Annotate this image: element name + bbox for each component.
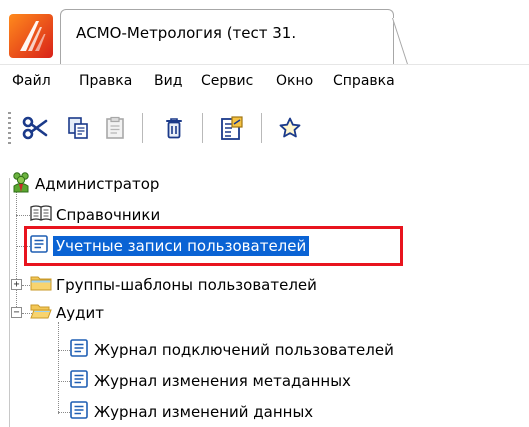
tree-node-label: Администратор — [35, 175, 160, 193]
properties-icon[interactable] — [217, 112, 247, 144]
tree-connector — [58, 381, 70, 382]
delete-icon[interactable] — [159, 112, 189, 144]
book-icon — [30, 204, 52, 226]
expand-button[interactable]: + — [11, 279, 22, 290]
copy-icon[interactable] — [63, 112, 93, 144]
tree-node-administrator[interactable]: Администратор — [11, 171, 159, 197]
menu-file[interactable]: Файл — [12, 73, 51, 89]
folder-open-icon — [30, 302, 52, 324]
tree-node-connections-log[interactable]: Журнал подключений пользователей — [70, 337, 394, 363]
form-icon — [70, 401, 88, 423]
tree-node-label: Справочники — [56, 206, 161, 224]
tree-connector — [58, 412, 70, 413]
menu-bar: Файл Правка Вид Сервис Окно Справка — [0, 64, 529, 100]
tree-connector — [58, 322, 59, 414]
menu-service[interactable]: Сервис — [201, 73, 253, 89]
menu-edit[interactable]: Правка — [79, 73, 132, 89]
toolbar-separator — [261, 113, 262, 143]
tree-node-label: Группы-шаблоны пользователей — [56, 276, 317, 294]
tree-node-metadata-log[interactable]: Журнал изменения метаданных — [70, 368, 351, 394]
tab-title[interactable]: АСМО-Метрология (тест 31. — [76, 24, 376, 42]
favorite-icon[interactable] — [275, 112, 305, 144]
tree-node-data-changes-log[interactable]: Журнал изменений данных — [70, 399, 313, 425]
collapse-button[interactable]: − — [11, 307, 22, 318]
tree-node-label: Журнал подключений пользователей — [94, 341, 394, 359]
tree-connector — [16, 215, 30, 216]
tree-node-label: Журнал изменения метаданных — [94, 372, 351, 390]
tree-connector — [16, 187, 17, 267]
tree-node-reference-books[interactable]: Справочники — [30, 202, 160, 228]
tab-strip: АСМО-Метрология (тест 31. — [0, 0, 529, 64]
menu-view[interactable]: Вид — [154, 73, 182, 89]
form-icon — [70, 339, 88, 361]
selection-highlight — [24, 226, 403, 266]
paste-icon[interactable] — [100, 112, 130, 144]
toolbar-separator — [202, 113, 203, 143]
cut-icon[interactable] — [20, 112, 50, 144]
tree-connector — [58, 350, 70, 351]
menu-help[interactable]: Справка — [333, 73, 395, 89]
tree-border — [9, 178, 10, 427]
tree-node-label: Журнал изменений данных — [94, 403, 314, 421]
tree-node-user-template-groups[interactable]: Группы-шаблоны пользователей — [30, 272, 317, 298]
tree-node-audit[interactable]: Аудит — [30, 300, 104, 326]
toolbar-separator — [142, 113, 143, 143]
form-icon — [70, 370, 88, 392]
tree-node-label: Аудит — [56, 304, 104, 322]
app-logo-icon — [8, 13, 54, 59]
menu-window[interactable]: Окно — [276, 73, 313, 89]
folder-icon — [30, 274, 52, 296]
users-group-icon — [11, 171, 31, 197]
toolbar-grip[interactable] — [8, 112, 11, 144]
